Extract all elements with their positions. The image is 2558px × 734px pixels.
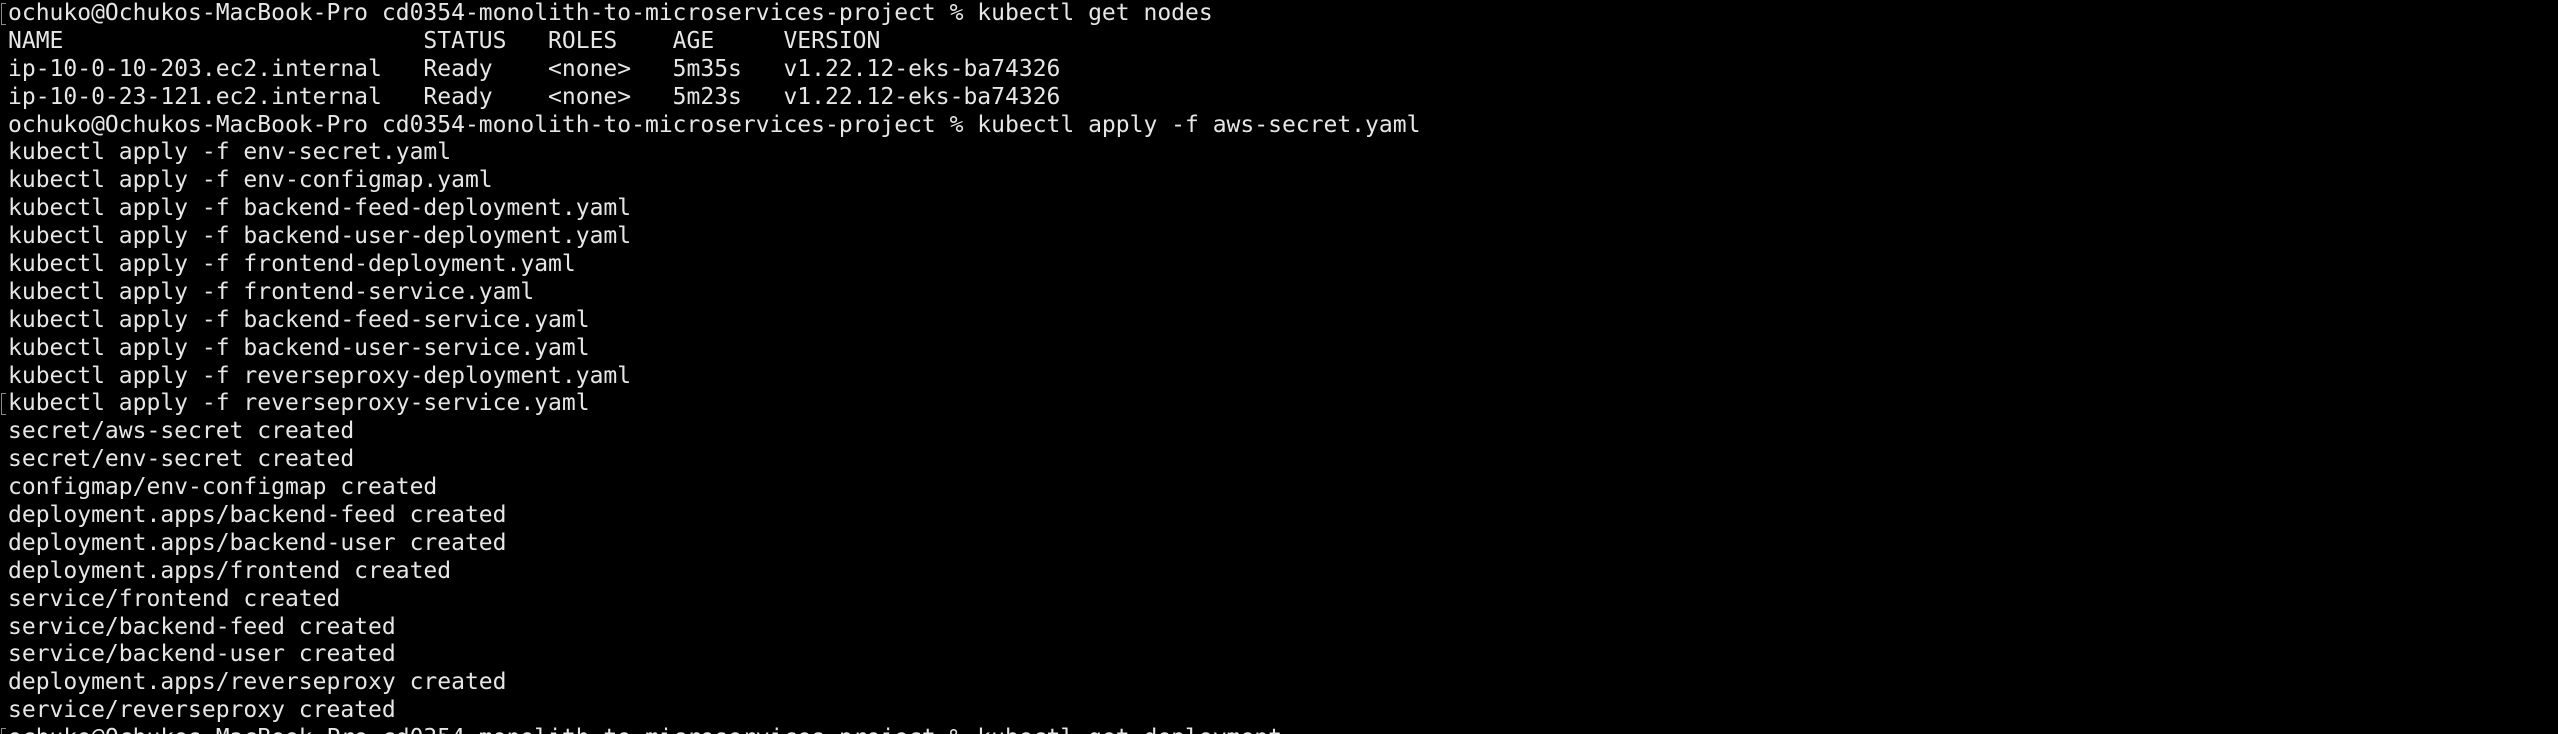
table-header: NAME STATUS ROLES AGE VERSION	[8, 27, 881, 54]
output-line: service/frontend created	[8, 585, 341, 612]
prompt-line: ochuko@Ochukos-MacBook-Pro cd0354-monoli…	[1, 0, 2558, 28]
output-line: secret/env-secret created	[8, 446, 355, 473]
prompt-text: ochuko@Ochukos-MacBook-Pro cd0354-monoli…	[8, 0, 1213, 26]
output-line: configmap/env-configmap created	[8, 474, 438, 501]
command-line: kubectl apply -f reverseproxy-deployment…	[8, 362, 632, 389]
line-mark-icon	[1, 728, 6, 734]
command-line: kubectl apply -f frontend-service.yaml	[8, 278, 535, 305]
command-line: kubectl apply -f env-secret.yaml	[8, 139, 452, 166]
command-text: kubectl apply -f reverseproxy-service.ya…	[8, 390, 590, 417]
output-line: deployment.apps/reverseproxy created	[8, 669, 507, 696]
table-row: ip-10-0-10-203.ec2.internal Ready <none>…	[8, 55, 1061, 82]
command-line: kubectl apply -f backend-user-service.ya…	[8, 334, 590, 361]
command-line: kubectl apply -f env-configmap.yaml	[8, 167, 493, 194]
output-line: service/reverseproxy created	[8, 697, 396, 724]
command-line: kubectl apply -f reverseproxy-service.ya…	[1, 390, 2558, 418]
table-row: ip-10-0-23-121.ec2.internal Ready <none>…	[8, 83, 1061, 110]
output-line: service/backend-user created	[8, 641, 396, 668]
command-line: kubectl apply -f frontend-deployment.yam…	[8, 251, 576, 278]
prompt-line: ochuko@Ochukos-MacBook-Pro cd0354-monoli…	[1, 725, 2558, 734]
output-line: deployment.apps/backend-feed created	[8, 502, 507, 529]
line-mark-icon	[1, 393, 6, 416]
output-line: secret/aws-secret created	[8, 418, 355, 445]
output-line: deployment.apps/frontend created	[8, 557, 452, 584]
line-mark-icon	[1, 3, 6, 25]
output-line: service/backend-feed created	[8, 613, 396, 640]
command-line: kubectl apply -f backend-feed-service.ya…	[8, 306, 590, 333]
prompt-text: ochuko@Ochukos-MacBook-Pro cd0354-monoli…	[8, 725, 1282, 734]
prompt-line: ochuko@Ochukos-MacBook-Pro cd0354-monoli…	[8, 111, 1421, 138]
command-line: kubectl apply -f backend-feed-deployment…	[8, 195, 632, 222]
command-line: kubectl apply -f backend-user-deployment…	[8, 223, 632, 250]
output-line: deployment.apps/backend-user created	[8, 529, 507, 556]
terminal-window[interactable]: ochuko@Ochukos-MacBook-Pro cd0354-monoli…	[0, 0, 2558, 734]
